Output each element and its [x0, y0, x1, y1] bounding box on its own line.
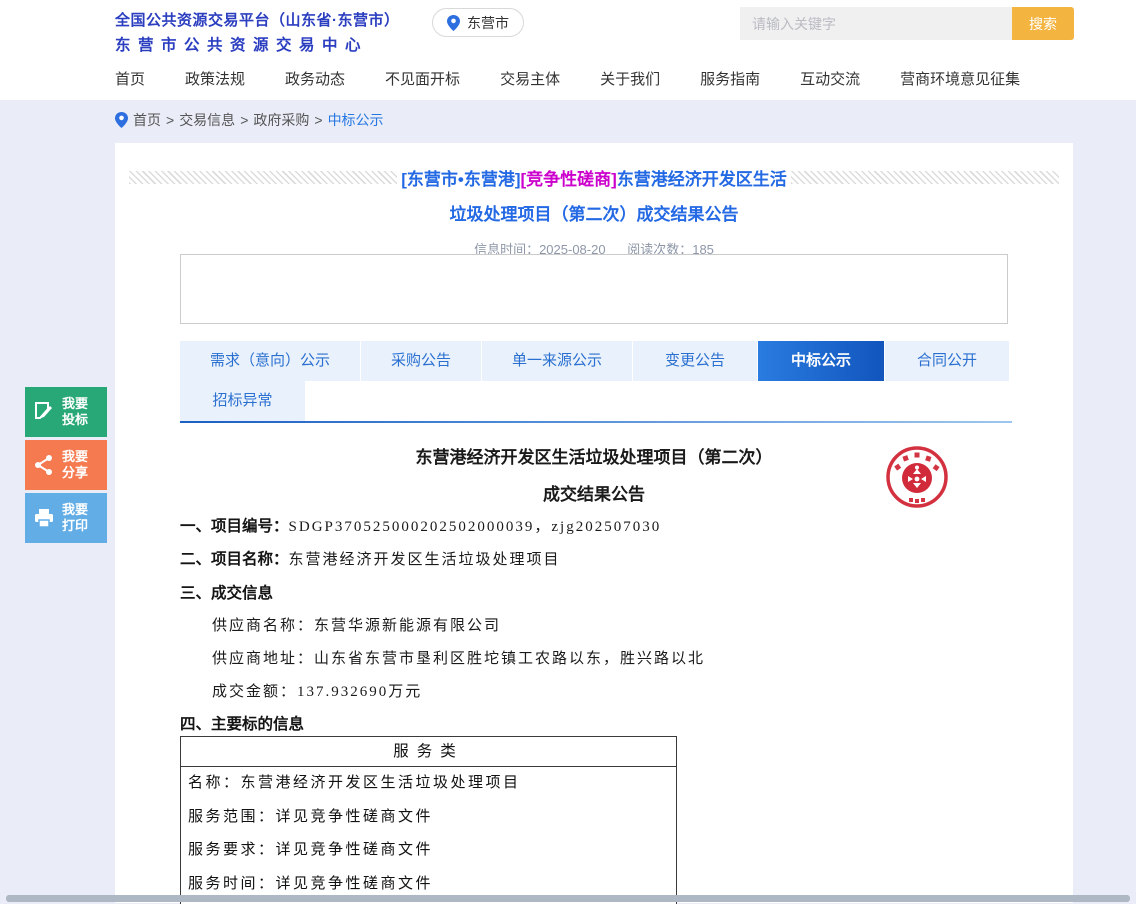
- logo-line1: 全国公共资源交易平台（山东省·东营市）: [115, 9, 400, 30]
- project-name-line: 二、项目名称：东营港经济开发区生活垃圾处理项目: [180, 547, 561, 569]
- project-number-label: 一、项目编号：: [180, 518, 289, 535]
- button-label: 我要: [62, 449, 88, 465]
- logo-line2: 东营市公共资源交易中心: [115, 33, 400, 55]
- bid-pencil-icon: [32, 400, 56, 424]
- nav-item-about-us[interactable]: 关于我们: [600, 68, 660, 89]
- project-number-line: 一、项目编号：SDGP370525000202502000039，zjg2025…: [180, 514, 661, 536]
- breadcrumb-pin-icon: [115, 112, 128, 128]
- title-decor-stripe-right: [791, 171, 1059, 184]
- deal-amount-line: 成交金额：137.932690万元: [212, 680, 422, 701]
- button-label: 我要: [62, 502, 88, 518]
- tab-award-notice[interactable]: 中标公示: [758, 341, 884, 381]
- notice-title-region: [东营市•东营港]: [401, 170, 520, 189]
- tab-single-source[interactable]: 单一来源公示: [482, 341, 632, 381]
- i-want-to-bid-button[interactable]: 我要 投标: [25, 387, 107, 437]
- table-row: 服务范围：详见竞争性磋商文件: [181, 801, 676, 835]
- breadcrumb-separator: >: [240, 112, 248, 128]
- notice-title-method: [竞争性磋商]: [520, 170, 616, 189]
- floating-action-bar: 我要 投标 我要 分享 我要 打印: [25, 387, 107, 546]
- project-name-value: 东营港经济开发区生活垃圾处理项目: [289, 552, 561, 568]
- button-label: 投标: [62, 412, 88, 428]
- tab-change-notice[interactable]: 变更公告: [633, 341, 757, 381]
- button-label: 我要: [62, 396, 88, 412]
- nav-item-policies[interactable]: 政策法规: [185, 68, 245, 89]
- title-decor-stripe-left: [129, 171, 397, 184]
- breadcrumb-home[interactable]: 首页: [133, 110, 161, 130]
- breadcrumb: 首页 > 交易信息 > 政府采购 > 中标公示: [115, 110, 384, 130]
- red-seal-icon: [883, 443, 951, 513]
- main-nav: 首页 政策法规 政务动态 不见面开标 交易主体 关于我们 服务指南 互动交流 营…: [115, 62, 1020, 94]
- tab-bidding-abnormal[interactable]: 招标异常: [180, 381, 305, 421]
- nav-item-business-env[interactable]: 营商环境意见征集: [900, 68, 1020, 89]
- content-card: [东营市•东营港][竞争性磋商]东营港经济开发区生活 垃圾处理项目（第二次）成交…: [115, 143, 1073, 903]
- project-name-label: 二、项目名称：: [180, 551, 289, 568]
- supplier-name-line: 供应商名称：东营华源新能源有限公司: [212, 614, 501, 635]
- deal-info-heading: 三、成交信息: [180, 581, 273, 603]
- table-row: 名称：东营港经济开发区生活垃圾处理项目: [181, 767, 676, 801]
- service-table: 服务类 名称：东营港经济开发区生活垃圾处理项目 服务范围：详见竞争性磋商文件 服…: [180, 736, 677, 904]
- button-label: 打印: [62, 518, 88, 534]
- nav-item-gov-news[interactable]: 政务动态: [285, 68, 345, 89]
- attachment-placeholder-box: [180, 254, 1008, 324]
- i-want-to-share-button[interactable]: 我要 分享: [25, 440, 107, 490]
- search-bar: 搜索: [740, 7, 1074, 40]
- breadcrumb-separator: >: [166, 112, 174, 128]
- notice-title-text: 东营港经济开发区生活: [617, 170, 787, 189]
- breadcrumb-award-notice[interactable]: 中标公示: [328, 110, 384, 130]
- i-want-to-print-button[interactable]: 我要 打印: [25, 493, 107, 543]
- nav-item-trading-entities[interactable]: 交易主体: [500, 68, 560, 89]
- notice-title-line2: 垃圾处理项目（第二次）成交结果公告: [115, 200, 1073, 225]
- subject-info-heading: 四、主要标的信息: [180, 712, 304, 734]
- service-table-header: 服务类: [181, 737, 676, 767]
- city-selector[interactable]: 东营市: [432, 8, 524, 37]
- printer-icon: [32, 506, 56, 530]
- category-tabs: 需求（意向）公示 采购公告 单一来源公示 变更公告 中标公示 合同公开 招标异常: [180, 341, 1012, 423]
- site-logo: 全国公共资源交易平台（山东省·东营市） 东营市公共资源交易中心: [115, 9, 400, 55]
- supplier-address-line: 供应商地址：山东省东营市垦利区胜坨镇工农路以东，胜兴路以北: [212, 647, 705, 668]
- site-header: 全国公共资源交易平台（山东省·东营市） 东营市公共资源交易中心 东营市 搜索 首…: [0, 0, 1136, 100]
- location-pin-icon: [447, 15, 460, 31]
- tab-underline: [180, 421, 1012, 423]
- notice-title: [东营市•东营港][竞争性磋商]东营港经济开发区生活 垃圾处理项目（第二次）成交…: [115, 143, 1073, 225]
- table-row: 服务要求：详见竞争性磋商文件: [181, 834, 676, 868]
- nav-item-remote-bidding[interactable]: 不见面开标: [385, 68, 460, 89]
- project-number-value: SDGP370525000202502000039，zjg202507030: [289, 519, 662, 535]
- nav-item-interaction[interactable]: 互动交流: [800, 68, 860, 89]
- nav-item-service-guide[interactable]: 服务指南: [700, 68, 760, 89]
- breadcrumb-trade-info[interactable]: 交易信息: [179, 110, 235, 130]
- button-label: 分享: [62, 465, 88, 481]
- city-selector-label: 东营市: [467, 13, 509, 33]
- tab-procurement-notice[interactable]: 采购公告: [361, 341, 481, 381]
- search-input[interactable]: [740, 7, 1012, 40]
- nav-item-home[interactable]: 首页: [115, 68, 145, 89]
- horizontal-scrollbar[interactable]: [6, 895, 1130, 902]
- breadcrumb-separator: >: [314, 112, 322, 128]
- tab-demand-notice[interactable]: 需求（意向）公示: [180, 341, 360, 381]
- share-icon: [32, 453, 56, 477]
- search-button[interactable]: 搜索: [1012, 7, 1074, 40]
- tab-contract-disclosure[interactable]: 合同公开: [885, 341, 1009, 381]
- breadcrumb-gov-procurement[interactable]: 政府采购: [253, 110, 309, 130]
